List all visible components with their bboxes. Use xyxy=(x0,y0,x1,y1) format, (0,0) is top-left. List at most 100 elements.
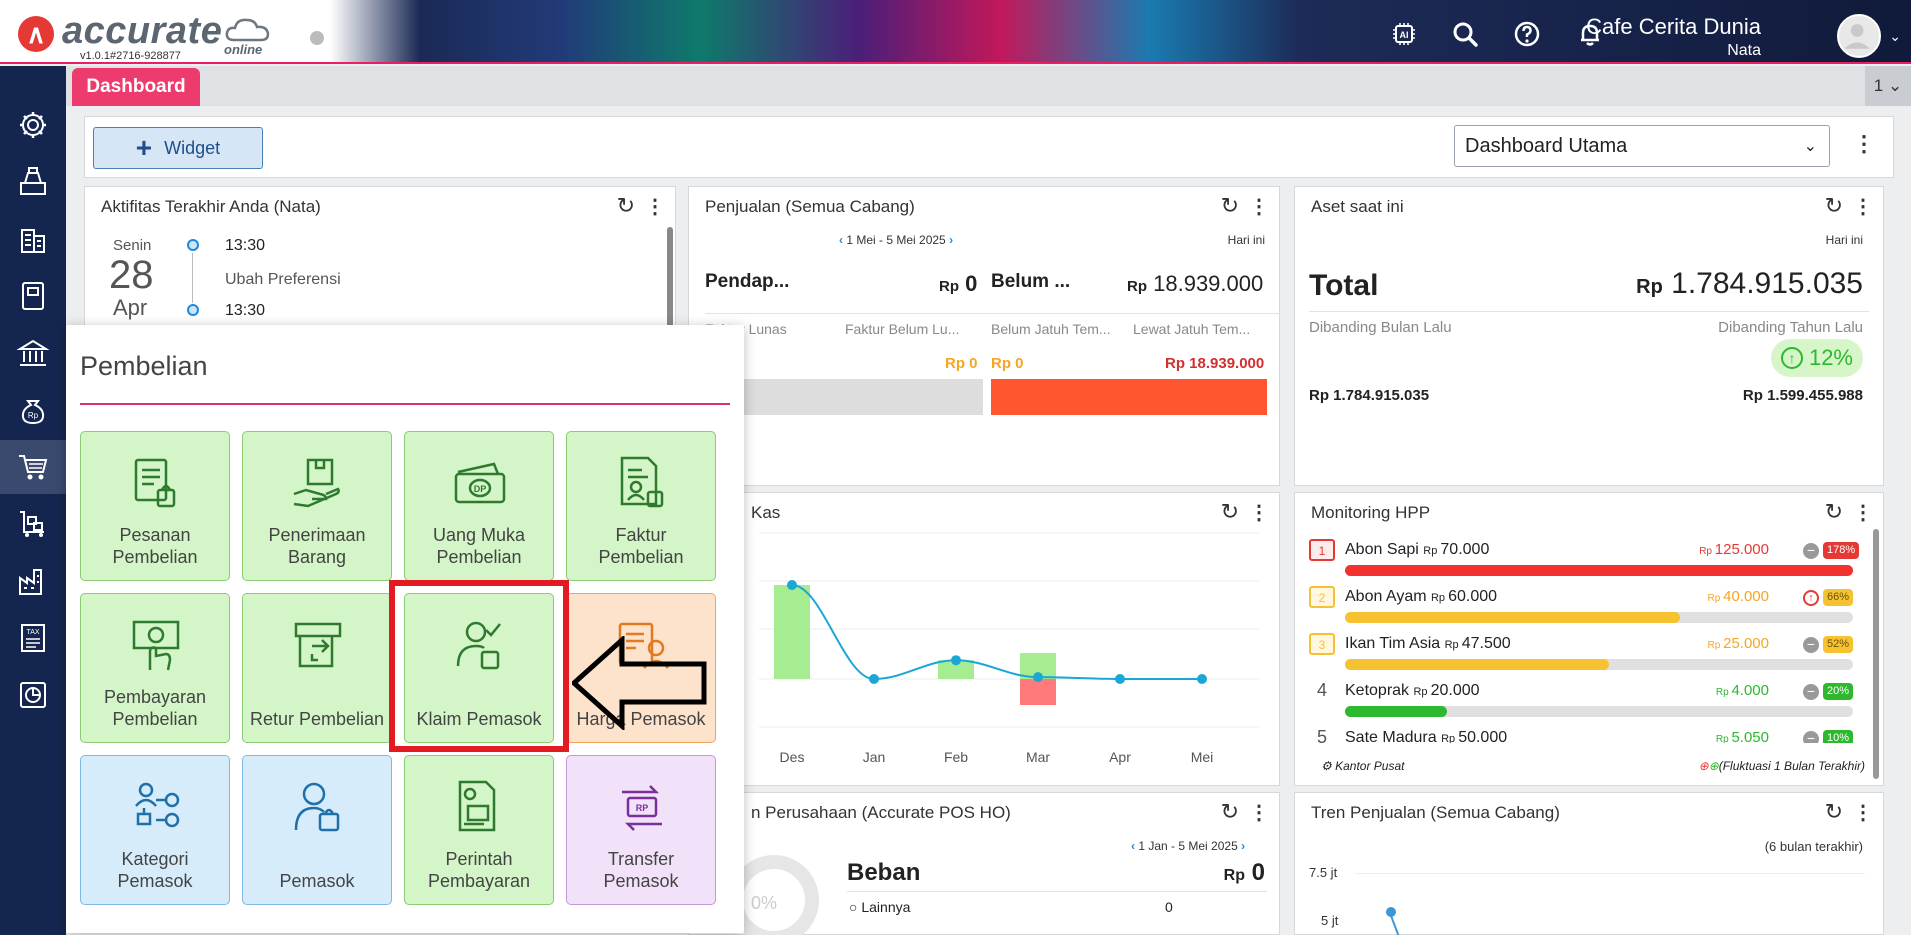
belum-label: Belum ... xyxy=(991,271,1071,292)
refresh-icon[interactable]: ↻ xyxy=(1825,799,1843,825)
company-info[interactable]: Cafe Cerita Dunia Nata xyxy=(1586,14,1761,60)
timeline-dot xyxy=(187,304,199,316)
refresh-icon[interactable]: ↻ xyxy=(617,193,635,219)
period-label: Hari ini xyxy=(1227,233,1265,247)
sidebar-item-company[interactable] xyxy=(0,212,66,266)
panel-menu-icon[interactable]: ⋮ xyxy=(1249,194,1269,219)
lainnya-value: 0 xyxy=(1165,899,1173,915)
tile-faktur-pembelian[interactable]: Faktur Pembelian xyxy=(566,431,716,581)
panel-monitoring-hpp: Monitoring HPP ↻ ⋮ 1 Abon Sapi Rp 70.000 Rp… xyxy=(1294,492,1884,786)
panel-title: Penjualan (Semua Cabang) xyxy=(705,197,915,216)
hpp-bar-track xyxy=(1345,565,1853,576)
sidebar-item-sales[interactable]: Rp xyxy=(0,383,66,437)
sidebar-item-assets[interactable] xyxy=(0,554,66,608)
tile-kategori-pemasok[interactable]: Kategori Pemasok xyxy=(80,755,230,905)
hpp-bar-fill xyxy=(1345,659,1610,670)
date-range[interactable]: ‹ 1 Mei - 5 Mei 2025 › xyxy=(839,233,953,247)
tab-count-dropdown[interactable]: 1 ⌄ xyxy=(1865,66,1911,106)
chevron-right-icon[interactable]: › xyxy=(946,233,953,247)
scrollbar[interactable] xyxy=(1873,529,1879,779)
col-faktur-belum: Faktur Belum Lu... xyxy=(845,321,960,337)
sidebar-item-bank[interactable] xyxy=(0,326,66,380)
hpp-row[interactable]: 3 Ikan Tim Asia Rp 47.500 Rp 25.000−52% xyxy=(1295,631,1865,675)
panel-menu-icon[interactable]: ⋮ xyxy=(1853,500,1873,525)
toolbar-menu-icon[interactable]: ⋮ xyxy=(1853,133,1875,158)
sidebar-item-purchase[interactable] xyxy=(0,440,66,494)
gridline xyxy=(1355,873,1865,874)
inventory-cart-icon xyxy=(20,511,44,537)
hpp-item: Abon Ayam Rp 60.000 xyxy=(1345,588,1497,606)
beban-label: Beban xyxy=(847,859,921,886)
app-version: v1.0.1#2716-928877 xyxy=(80,50,181,62)
radio-icon[interactable]: ○ xyxy=(849,899,861,915)
status-dot xyxy=(310,31,324,45)
hpp-price: Rp 40.000 xyxy=(1708,588,1769,605)
sidebar-item-ledger[interactable] xyxy=(0,269,66,323)
hpp-pct-badge: 178% xyxy=(1823,542,1860,559)
tile-retur-pembelian[interactable]: Retur Pembelian xyxy=(242,593,392,743)
panel-penjualan: Penjualan (Semua Cabang) ↻ ⋮ ‹ 1 Mei - 5 … xyxy=(688,186,1281,486)
tile-label: Pemasok xyxy=(279,871,355,891)
currency: Rp xyxy=(1715,687,1732,698)
activity-desc[interactable]: Ubah Preferensi xyxy=(225,271,341,289)
chevron-right-icon[interactable]: › xyxy=(1238,839,1245,853)
sidebar-item-inventory[interactable] xyxy=(0,497,66,551)
report-chart-icon xyxy=(20,682,46,708)
period-label: Hari ini xyxy=(1825,233,1863,247)
sidebar-item-reports[interactable] xyxy=(0,668,66,722)
tile-penerimaan-barang[interactable]: Penerimaan Barang xyxy=(242,431,392,581)
footer-branch: Kantor Pusat xyxy=(1335,759,1405,773)
avatar[interactable] xyxy=(1837,14,1881,58)
panel-menu-icon[interactable]: ⋮ xyxy=(645,194,665,219)
panel-menu-icon[interactable]: ⋮ xyxy=(1853,194,1873,219)
tab-strip: Dashboard 1 ⌄ xyxy=(66,66,1911,106)
activity-time: 13:30 xyxy=(225,302,266,319)
col-belum-jatuh: Belum Jatuh Tem... xyxy=(991,321,1111,337)
tile-pemasok[interactable]: Pemasok xyxy=(242,755,392,905)
company-name: Cafe Cerita Dunia xyxy=(1586,14,1761,39)
chevron-down-icon[interactable]: ⌄ xyxy=(1889,28,1901,45)
hpp-rank-badge: 3 xyxy=(1309,633,1335,655)
sidebar-item-cashier[interactable] xyxy=(0,155,66,209)
panel-menu-icon[interactable]: ⋮ xyxy=(1249,800,1269,825)
tile-uang-muka-pembelian[interactable]: DP Uang Muka Pembelian xyxy=(404,431,554,581)
tile-perintah-pembayaran[interactable]: Perintah Pembayaran xyxy=(404,755,554,905)
hpp-row[interactable]: 2 Abon Ayam Rp 60.000 Rp 40.000 ↑ 66% xyxy=(1295,584,1865,628)
sidebar-item-tax[interactable]: TAX xyxy=(0,611,66,665)
refresh-icon[interactable]: ↻ xyxy=(1221,193,1239,219)
kas-point xyxy=(787,580,797,590)
x-tick-label: Des xyxy=(780,749,805,765)
payment-icon xyxy=(132,620,180,671)
search-icon[interactable] xyxy=(1451,20,1479,48)
activity-date: 28 xyxy=(109,253,154,297)
panel-title: Aset saat ini xyxy=(1311,197,1404,216)
kas-point xyxy=(1033,672,1043,683)
pendapatan-label: Pendap... xyxy=(705,271,790,292)
sidebar-item-settings[interactable] xyxy=(0,98,66,152)
date-range-text: 1 Mei - 5 Mei 2025 xyxy=(846,233,946,247)
panel-title: Tren Penjualan (Semua Cabang) xyxy=(1311,803,1560,822)
add-widget-button[interactable]: + Widget xyxy=(93,127,263,169)
banding-bulan-value: Rp 1.784.915.035 xyxy=(1309,387,1430,404)
tile-pesanan-pembelian[interactable]: Pesanan Pembelian xyxy=(80,431,230,581)
panel-menu-icon[interactable]: ⋮ xyxy=(1853,800,1873,825)
tab-dashboard[interactable]: Dashboard xyxy=(72,68,200,106)
tile-pembayaran-pembelian[interactable]: Pembayaran Pembelian xyxy=(80,593,230,743)
refresh-icon[interactable]: ↻ xyxy=(1221,799,1239,825)
hpp-row[interactable]: 1 Abon Sapi Rp 70.000 Rp 125.000−178% xyxy=(1295,537,1865,581)
ai-icon[interactable]: AI xyxy=(1390,20,1418,48)
refresh-icon[interactable]: ↻ xyxy=(1825,499,1843,525)
activity-time: 13:30 xyxy=(225,237,266,254)
hpp-price: Rp 5.050 xyxy=(1716,729,1769,743)
help-icon[interactable] xyxy=(1513,20,1541,48)
lainnya-label: Lainnya xyxy=(861,899,911,915)
app-logo[interactable]: ∧ accurate online v1.0.1#2716-928877 xyxy=(14,10,334,62)
date-range[interactable]: ‹ 1 Jan - 5 Mei 2025 › xyxy=(1131,839,1245,853)
hpp-row[interactable]: 4 Ketoprak Rp 20.000 Rp 4.000−20% xyxy=(1295,678,1865,722)
hpp-pct-badge: 10% xyxy=(1823,730,1854,743)
tile-transfer-pemasok[interactable]: RP Transfer Pemasok xyxy=(566,755,716,905)
plus-icon: + xyxy=(135,132,153,163)
refresh-icon[interactable]: ↻ xyxy=(1825,193,1843,219)
dashboard-select[interactable]: Dashboard Utama ⌄ xyxy=(1454,125,1830,167)
top-bar: ∧ accurate online v1.0.1#2716-928877 AI … xyxy=(0,0,1911,64)
